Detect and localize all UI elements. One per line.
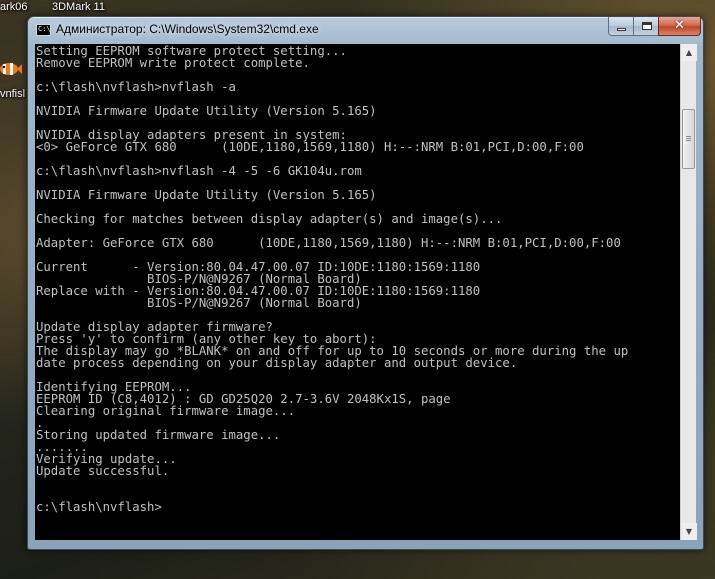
- scroll-down-button[interactable]: ▼: [681, 523, 697, 540]
- console-text[interactable]: Setting EEPROM software protect setting.…: [35, 44, 680, 513]
- maximize-button[interactable]: [633, 17, 659, 36]
- vertical-scrollbar[interactable]: ▲ ▼: [680, 44, 697, 540]
- close-icon: ✕: [674, 18, 685, 33]
- minimize-icon: [617, 28, 626, 31]
- maximize-icon: [642, 22, 652, 30]
- nvflash-fish-icon[interactable]: [0, 58, 22, 80]
- scroll-thumb[interactable]: [682, 109, 695, 170]
- cmd-icon-glyph: C:\: [38, 25, 51, 33]
- cmd-window: C:\ Администратор: C:\Windows\System32\c…: [27, 16, 704, 550]
- desktop-icon-label-3dmark11[interactable]: 3DMark 11: [52, 1, 105, 13]
- console-output[interactable]: Setting EEPROM software protect setting.…: [35, 44, 680, 540]
- desktop-icon-label-3dmark06[interactable]: ark06: [0, 1, 28, 13]
- title-bar[interactable]: C:\ Администратор: C:\Windows\System32\c…: [28, 17, 703, 44]
- minimize-button[interactable]: [608, 17, 634, 36]
- window-title: Администратор: C:\Windows\System32\cmd.e…: [56, 22, 319, 36]
- cmd-icon[interactable]: C:\: [36, 24, 51, 36]
- close-button[interactable]: ✕: [658, 17, 701, 36]
- desktop-icon-label-nvflash[interactable]: vnfisl: [0, 88, 25, 100]
- scroll-up-button[interactable]: ▲: [681, 44, 697, 61]
